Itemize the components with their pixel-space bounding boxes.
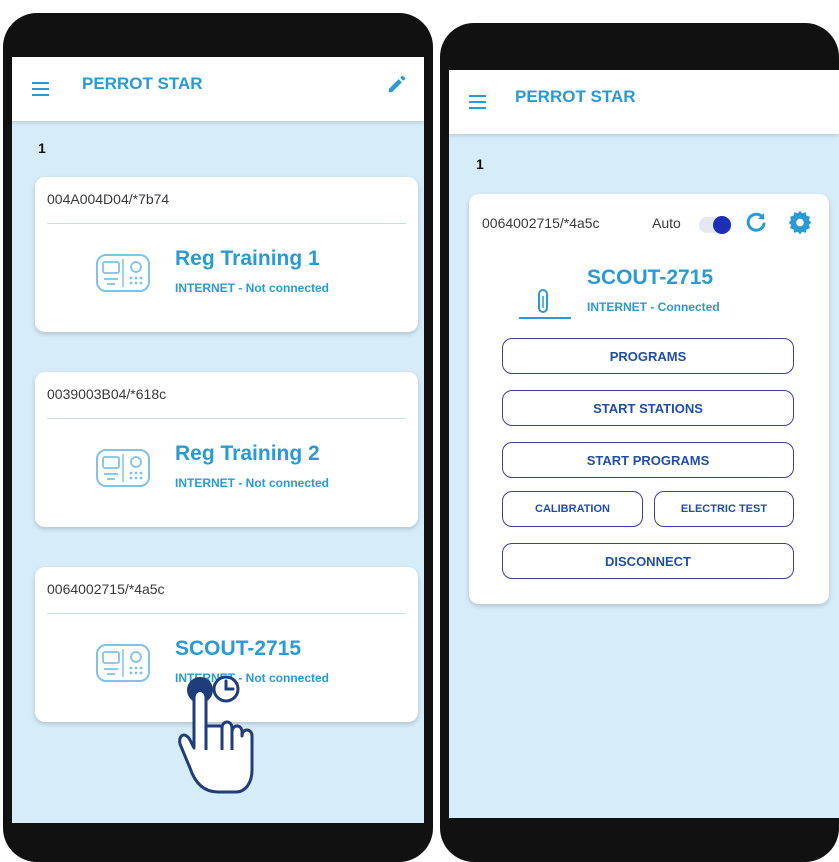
device-card[interactable]: 004A004D04/*7b74 Reg Training 1 INTERNET… xyxy=(35,177,418,332)
sensor-icon xyxy=(519,289,571,319)
device-status: INTERNET - Not connected xyxy=(175,281,330,295)
device-status: INTERNET - Not connected xyxy=(175,476,330,490)
device-status: INTERNET - Connected xyxy=(587,300,720,314)
device-name: Reg Training 1 xyxy=(175,247,320,270)
calibration-button[interactable]: CALIBRATION xyxy=(502,491,643,527)
app-title: PERROT STAR xyxy=(82,74,203,93)
controller-icon xyxy=(96,449,150,487)
divider xyxy=(47,223,406,224)
pencil-icon[interactable] xyxy=(386,73,408,95)
divider xyxy=(47,418,406,419)
start-programs-button[interactable]: START PROGRAMS xyxy=(502,442,794,478)
disconnect-button[interactable]: DISCONNECT xyxy=(502,543,794,579)
refresh-icon[interactable] xyxy=(744,210,768,234)
divider xyxy=(47,613,406,614)
device-card[interactable]: 0039003B04/*618c Reg Training 2 INTERNET… xyxy=(35,372,418,527)
page-number: 1 xyxy=(476,156,484,172)
device-name: SCOUT-2715 xyxy=(175,637,302,660)
right-phone: PERROT STAR 1 0064002715/*4a5c Auto SCOU… xyxy=(440,23,839,862)
device-id: 004A004D04/*7b74 xyxy=(47,191,170,207)
app-bar: PERROT STAR xyxy=(12,57,424,121)
device-id: 0039003B04/*618c xyxy=(47,386,167,402)
right-screen: PERROT STAR 1 0064002715/*4a5c Auto SCOU… xyxy=(449,70,839,818)
electric-test-button[interactable]: ELECTRIC TEST xyxy=(654,491,794,527)
device-name: SCOUT-2715 xyxy=(587,266,714,289)
start-stations-button[interactable]: START STATIONS xyxy=(502,390,794,426)
menu-icon[interactable] xyxy=(32,82,49,96)
auto-label: Auto xyxy=(652,215,681,231)
device-id: 0064002715/*4a5c xyxy=(47,581,165,597)
page-number: 1 xyxy=(38,140,46,156)
menu-icon[interactable] xyxy=(469,95,486,109)
hand-pointer-icon xyxy=(178,675,254,794)
left-phone: PERROT STAR 1 004A004D04/*7b74 Reg Train… xyxy=(3,13,433,862)
app-bar: PERROT STAR xyxy=(449,70,839,134)
controller-icon xyxy=(96,254,150,292)
app-title: PERROT STAR xyxy=(515,87,636,106)
controller-icon xyxy=(96,644,150,682)
device-detail-card: 0064002715/*4a5c Auto SCOUT-2715 INTERNE… xyxy=(469,194,829,604)
device-id: 0064002715/*4a5c xyxy=(482,215,600,231)
programs-button[interactable]: PROGRAMS xyxy=(502,338,794,374)
auto-toggle[interactable] xyxy=(699,216,731,234)
device-name: Reg Training 2 xyxy=(175,442,320,465)
gear-icon[interactable] xyxy=(787,209,813,235)
